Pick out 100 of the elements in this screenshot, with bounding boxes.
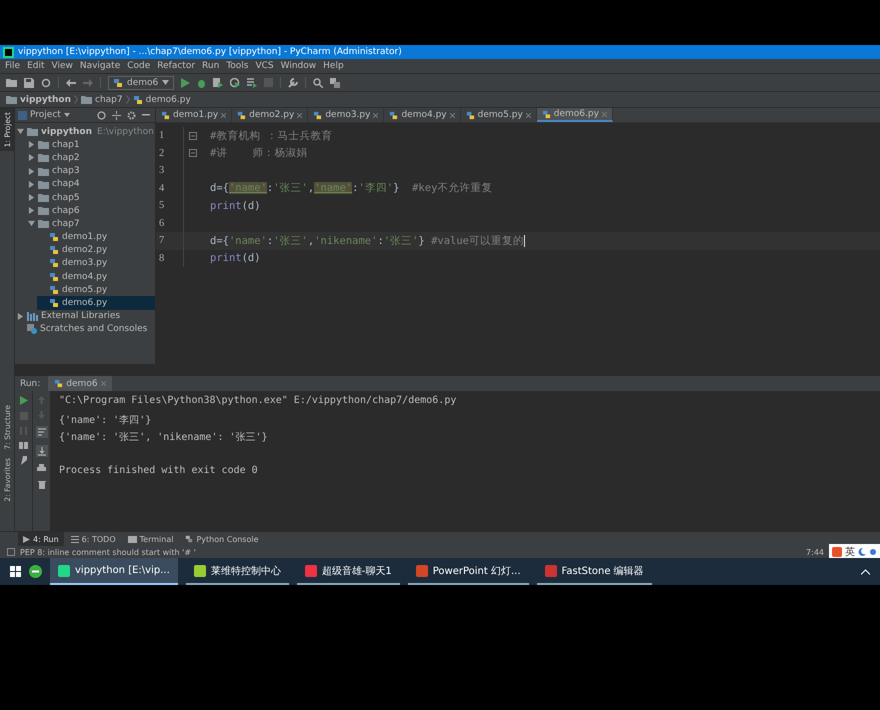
folder-icon (6, 95, 17, 104)
caret-position[interactable]: 7:44 (806, 548, 824, 556)
trash-icon[interactable] (38, 480, 46, 489)
coverage-icon[interactable] (213, 78, 224, 88)
tree-item[interactable]: Scratches and Consoles (15, 322, 155, 336)
tool-window-tab[interactable]: 6: TODO (66, 532, 121, 546)
editor-tab[interactable]: demo3.py (308, 108, 384, 122)
tree-item[interactable]: chap5 (26, 190, 155, 204)
collapsed-arrow-icon[interactable] (17, 312, 24, 320)
run-tab[interactable]: demo6 (48, 376, 112, 391)
expanded-arrow-icon[interactable] (17, 128, 24, 136)
structure-icon[interactable] (330, 78, 340, 88)
tool-window-tab[interactable]: Python Console (180, 532, 264, 546)
line-number: 8 (156, 250, 184, 267)
editor-tab[interactable]: demo1.py (156, 108, 232, 122)
status-toggle-icon[interactable] (7, 548, 15, 556)
taskbar-item[interactable]: vippython [E:\vip... (50, 558, 178, 585)
menu-item[interactable]: Window (280, 61, 316, 71)
minimize-icon[interactable] (142, 114, 150, 116)
breadcrumb-item[interactable]: vippython (20, 94, 72, 104)
close-icon[interactable] (297, 112, 302, 118)
project-window-icon (18, 110, 27, 120)
rerun-icon[interactable] (20, 396, 28, 405)
run-configuration-dropdown[interactable]: demo6 (108, 76, 174, 90)
locate-target-icon[interactable] (97, 110, 106, 120)
input-language-indicator[interactable]: 英 (845, 545, 855, 559)
windows-start-icon[interactable] (10, 566, 21, 577)
debug-bug-icon[interactable] (197, 78, 206, 88)
open-folder-icon[interactable] (6, 78, 17, 87)
menu-item[interactable]: Edit (27, 61, 44, 71)
soft-wrap-icon[interactable] (36, 426, 48, 438)
tool-window-tab[interactable]: Terminal (122, 532, 178, 546)
wrench-icon[interactable] (288, 78, 298, 88)
settings-icon[interactable] (127, 110, 136, 120)
app-icon (58, 564, 70, 576)
menu-item[interactable]: Help (323, 61, 344, 71)
tree-item[interactable]: chap3 (26, 164, 155, 178)
menu-item[interactable]: File (5, 61, 20, 71)
save-icon[interactable] (24, 78, 34, 88)
tree-item[interactable]: demo1.py (37, 230, 155, 244)
menu-item[interactable]: Tools (226, 61, 248, 71)
editor-tab[interactable]: demo6.py (536, 108, 613, 122)
tree-item[interactable]: chap1 (26, 138, 155, 152)
code-line: #教育机构 ：马士兵教育 (210, 128, 333, 143)
python-file-icon (132, 94, 143, 104)
tree-item[interactable]: External Libraries (15, 310, 155, 323)
menu-item[interactable]: View (52, 61, 73, 71)
run-label: Run: (20, 378, 40, 388)
search-icon[interactable] (313, 78, 324, 88)
close-icon[interactable] (526, 112, 531, 118)
editor-tab[interactable]: demo2.py (232, 108, 308, 122)
app-icon (544, 564, 557, 576)
tree-item[interactable]: chap4 (26, 178, 155, 191)
moon-icon[interactable] (858, 548, 866, 556)
tree-item[interactable]: chap2 (26, 151, 155, 165)
pin-icon[interactable] (20, 456, 28, 465)
layout-icon[interactable] (19, 442, 28, 449)
breadcrumb-item[interactable]: demo6.py (146, 94, 191, 104)
run-icon[interactable] (181, 78, 190, 88)
tree-item[interactable]: chap7 (26, 217, 155, 230)
tree-item[interactable]: demo2.py (37, 244, 155, 257)
menu-item[interactable]: Run (202, 61, 220, 71)
sync-icon[interactable] (41, 78, 51, 88)
breadcrumb-item[interactable]: chap7 (95, 94, 123, 104)
run-icon (23, 536, 30, 542)
menu-item[interactable]: Navigate (80, 61, 120, 71)
close-icon[interactable] (373, 112, 378, 118)
expanded-arrow-icon[interactable] (28, 220, 35, 228)
tree-item[interactable]: demo4.py (37, 270, 155, 284)
tree-item[interactable]: demo5.py (37, 283, 155, 296)
tree-item[interactable]: demo3.py (37, 256, 155, 270)
menu-item[interactable]: Code (127, 61, 150, 71)
scroll-to-end-icon[interactable] (36, 445, 48, 457)
folder-icon (38, 180, 49, 189)
close-icon[interactable] (450, 112, 455, 118)
library-bars-icon (27, 312, 38, 321)
tree-item[interactable]: chap6 (26, 204, 155, 218)
close-icon[interactable] (221, 112, 226, 118)
python-file-icon (49, 232, 59, 242)
back-arrow-icon[interactable] (66, 78, 76, 86)
editor-tab[interactable]: demo4.py (384, 108, 461, 122)
dot-icon[interactable] (869, 548, 877, 556)
browser-icon[interactable] (29, 565, 42, 578)
fold-marker-icon[interactable] (189, 132, 197, 140)
code-line: print(d) (210, 252, 261, 264)
print-icon[interactable] (37, 464, 46, 473)
folder-icon (38, 140, 49, 150)
tree-item[interactable]: demo6.py (37, 296, 155, 310)
folder-icon (27, 127, 38, 136)
menu-item[interactable]: Refactor (157, 61, 196, 71)
fold-marker-icon[interactable] (189, 149, 197, 158)
collapse-icon[interactable] (112, 110, 121, 120)
menu-item[interactable]: VCS (255, 61, 274, 71)
profile-icon[interactable] (230, 78, 240, 88)
project-view-dropdown[interactable]: Project (18, 110, 70, 120)
tree-item[interactable]: vippython E:\vippython (15, 125, 155, 138)
tray-expand-icon[interactable] (861, 568, 870, 574)
python-file-icon (54, 379, 64, 388)
concurrency-icon[interactable] (247, 78, 258, 88)
tool-window-tab[interactable]: 4: Run (18, 532, 64, 546)
